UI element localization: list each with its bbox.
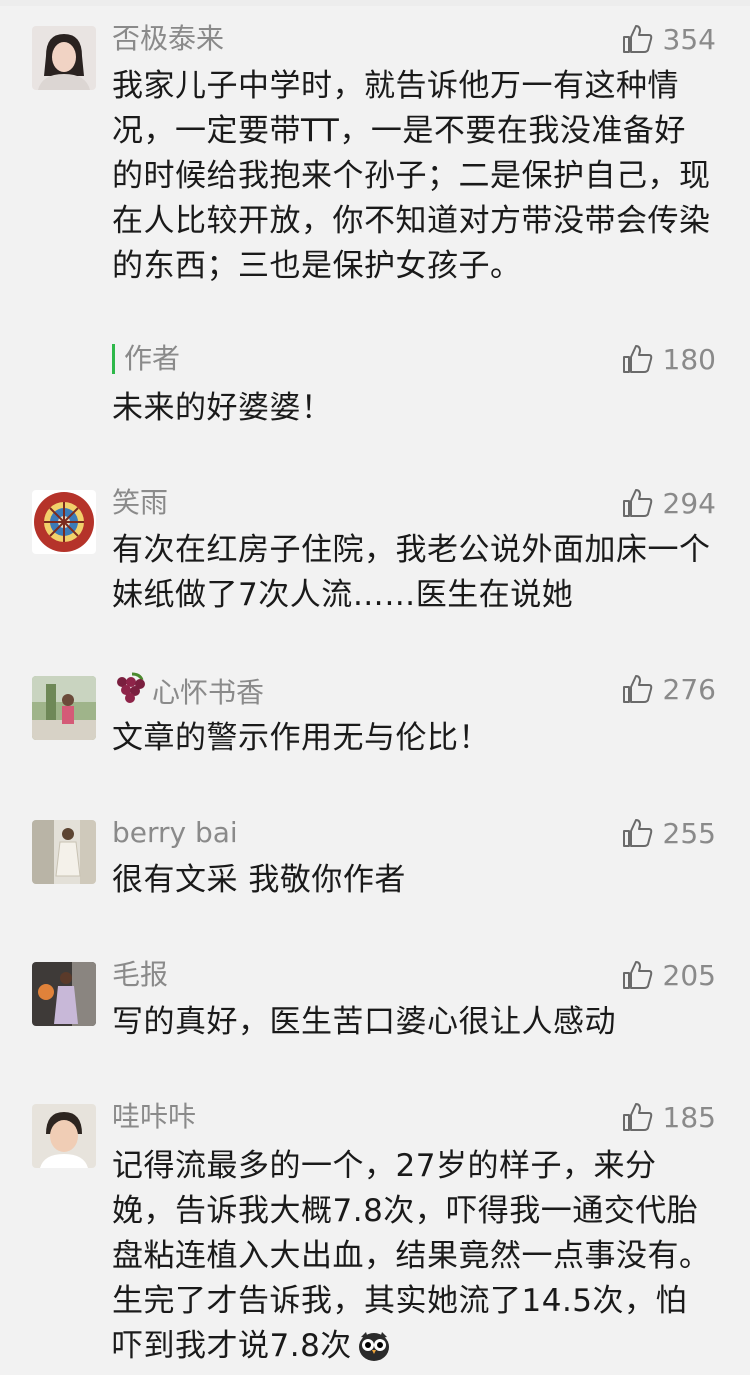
commenter-name-text: 心怀书香: [152, 676, 265, 709]
top-divider: [0, 0, 750, 6]
avatar[interactable]: [32, 26, 96, 90]
comment-text: 我家儿子中学时，就告诉他万一有这种情况，一定要带TT，一是不要在我没准备好的时候…: [112, 68, 711, 284]
commenter-name[interactable]: 心怀书香: [112, 672, 264, 714]
reply-text: 未来的好婆婆！: [112, 390, 333, 426]
grapes-emoji-icon: [112, 672, 148, 714]
like-count: 294: [662, 486, 716, 520]
comment-text: 有次在红房子住院，我老公说外面加床一个妹纸做了7次人流……医生在说她: [112, 532, 711, 613]
like-button[interactable]: 205: [621, 958, 716, 992]
reply-author-label: 作者: [124, 342, 181, 375]
like-button[interactable]: 255: [621, 816, 716, 850]
thumbs-up-icon: [622, 345, 652, 373]
like-count: 354: [662, 22, 716, 56]
comment-text: 文章的警示作用无与伦比！: [112, 720, 490, 756]
commenter-name[interactable]: 否极泰来: [112, 22, 224, 56]
thumbs-up-icon: [622, 961, 652, 989]
like-button[interactable]: 276: [621, 672, 716, 706]
avatar[interactable]: [32, 820, 96, 884]
avatar[interactable]: [32, 490, 96, 554]
comment-text-content: 记得流最多的一个，27岁的样子，来分娩，告诉我大概7.8次，吓得我一通交代胎盘粘…: [112, 1148, 711, 1364]
commenter-name[interactable]: berry bai: [112, 816, 238, 850]
reply-accent-bar: [112, 344, 115, 374]
like-button[interactable]: 185: [621, 1100, 716, 1134]
avatar[interactable]: [32, 676, 96, 740]
thumbs-up-icon: [622, 675, 652, 703]
like-count: 255: [662, 816, 716, 850]
like-count: 276: [662, 672, 716, 706]
commenter-name[interactable]: 毛报: [112, 958, 168, 992]
like-count: 185: [662, 1100, 716, 1134]
comment-text: 写的真好，医生苦口婆心很让人感动: [112, 1004, 616, 1040]
comment-text: 记得流最多的一个，27岁的样子，来分娩，告诉我大概7.8次，吓得我一通交代胎盘粘…: [112, 1144, 712, 1375]
commenter-name[interactable]: 哇咔咔: [112, 1100, 196, 1134]
comment-text: 很有文采 我敬你作者: [112, 862, 406, 898]
avatar[interactable]: [32, 962, 96, 1026]
commenter-name[interactable]: 笑雨: [112, 486, 168, 520]
avatar[interactable]: [32, 1104, 96, 1168]
like-button[interactable]: 294: [621, 486, 716, 520]
thumbs-up-icon: [622, 489, 652, 517]
owl-emoji-icon: [356, 1328, 392, 1375]
like-count: 205: [662, 958, 716, 992]
reply-like-button[interactable]: 180: [621, 342, 716, 376]
like-count: 180: [662, 342, 716, 376]
thumbs-up-icon: [622, 25, 652, 53]
thumbs-up-icon: [622, 1103, 652, 1131]
like-button[interactable]: 354: [621, 22, 716, 56]
thumbs-up-icon: [622, 819, 652, 847]
